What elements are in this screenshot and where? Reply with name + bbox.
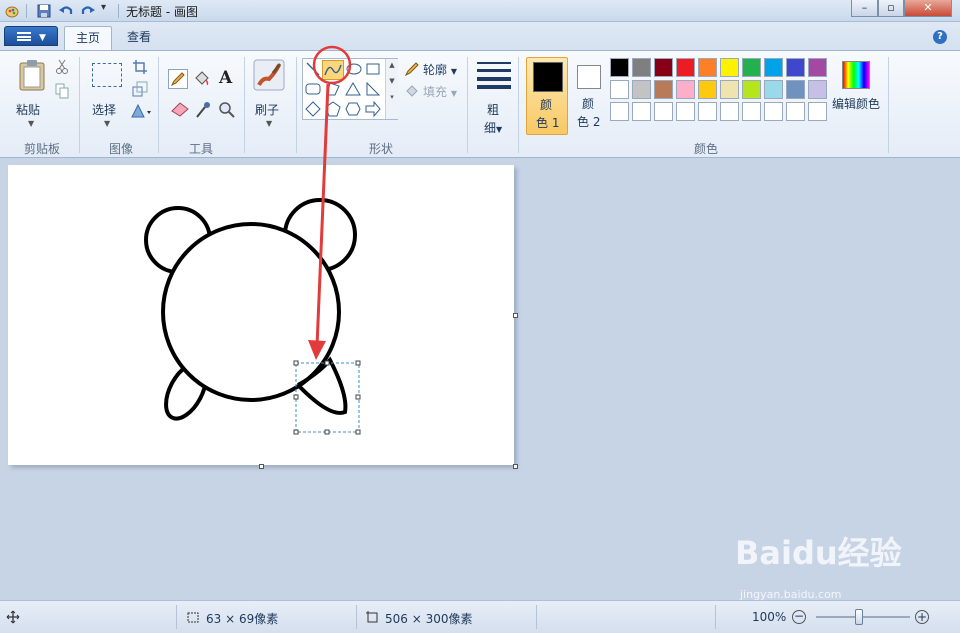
status-separator [536,605,537,629]
watermark-logo: Baidu经验 [735,534,902,572]
selection-size: 63 × 69像素 [206,612,279,626]
zoom-slider-track[interactable] [816,616,910,618]
selection-size-icon [187,612,199,623]
status-bar: 63 × 69像素 506 × 300像素 100% − + [0,600,960,633]
status-separator [715,605,716,629]
zoom-slider-thumb[interactable] [855,609,863,625]
canvas-size-icon [366,611,378,623]
zoom-level: 100% [752,610,787,624]
annotation-circle [312,45,352,85]
zoom-out-button[interactable]: − [792,610,806,624]
bear-drawing [144,198,357,421]
canvas-size: 506 × 300像素 [385,612,473,626]
cursor-position-icon [6,610,20,624]
status-separator [176,605,177,629]
status-separator [356,605,357,629]
zoom-in-button[interactable]: + [915,610,929,624]
